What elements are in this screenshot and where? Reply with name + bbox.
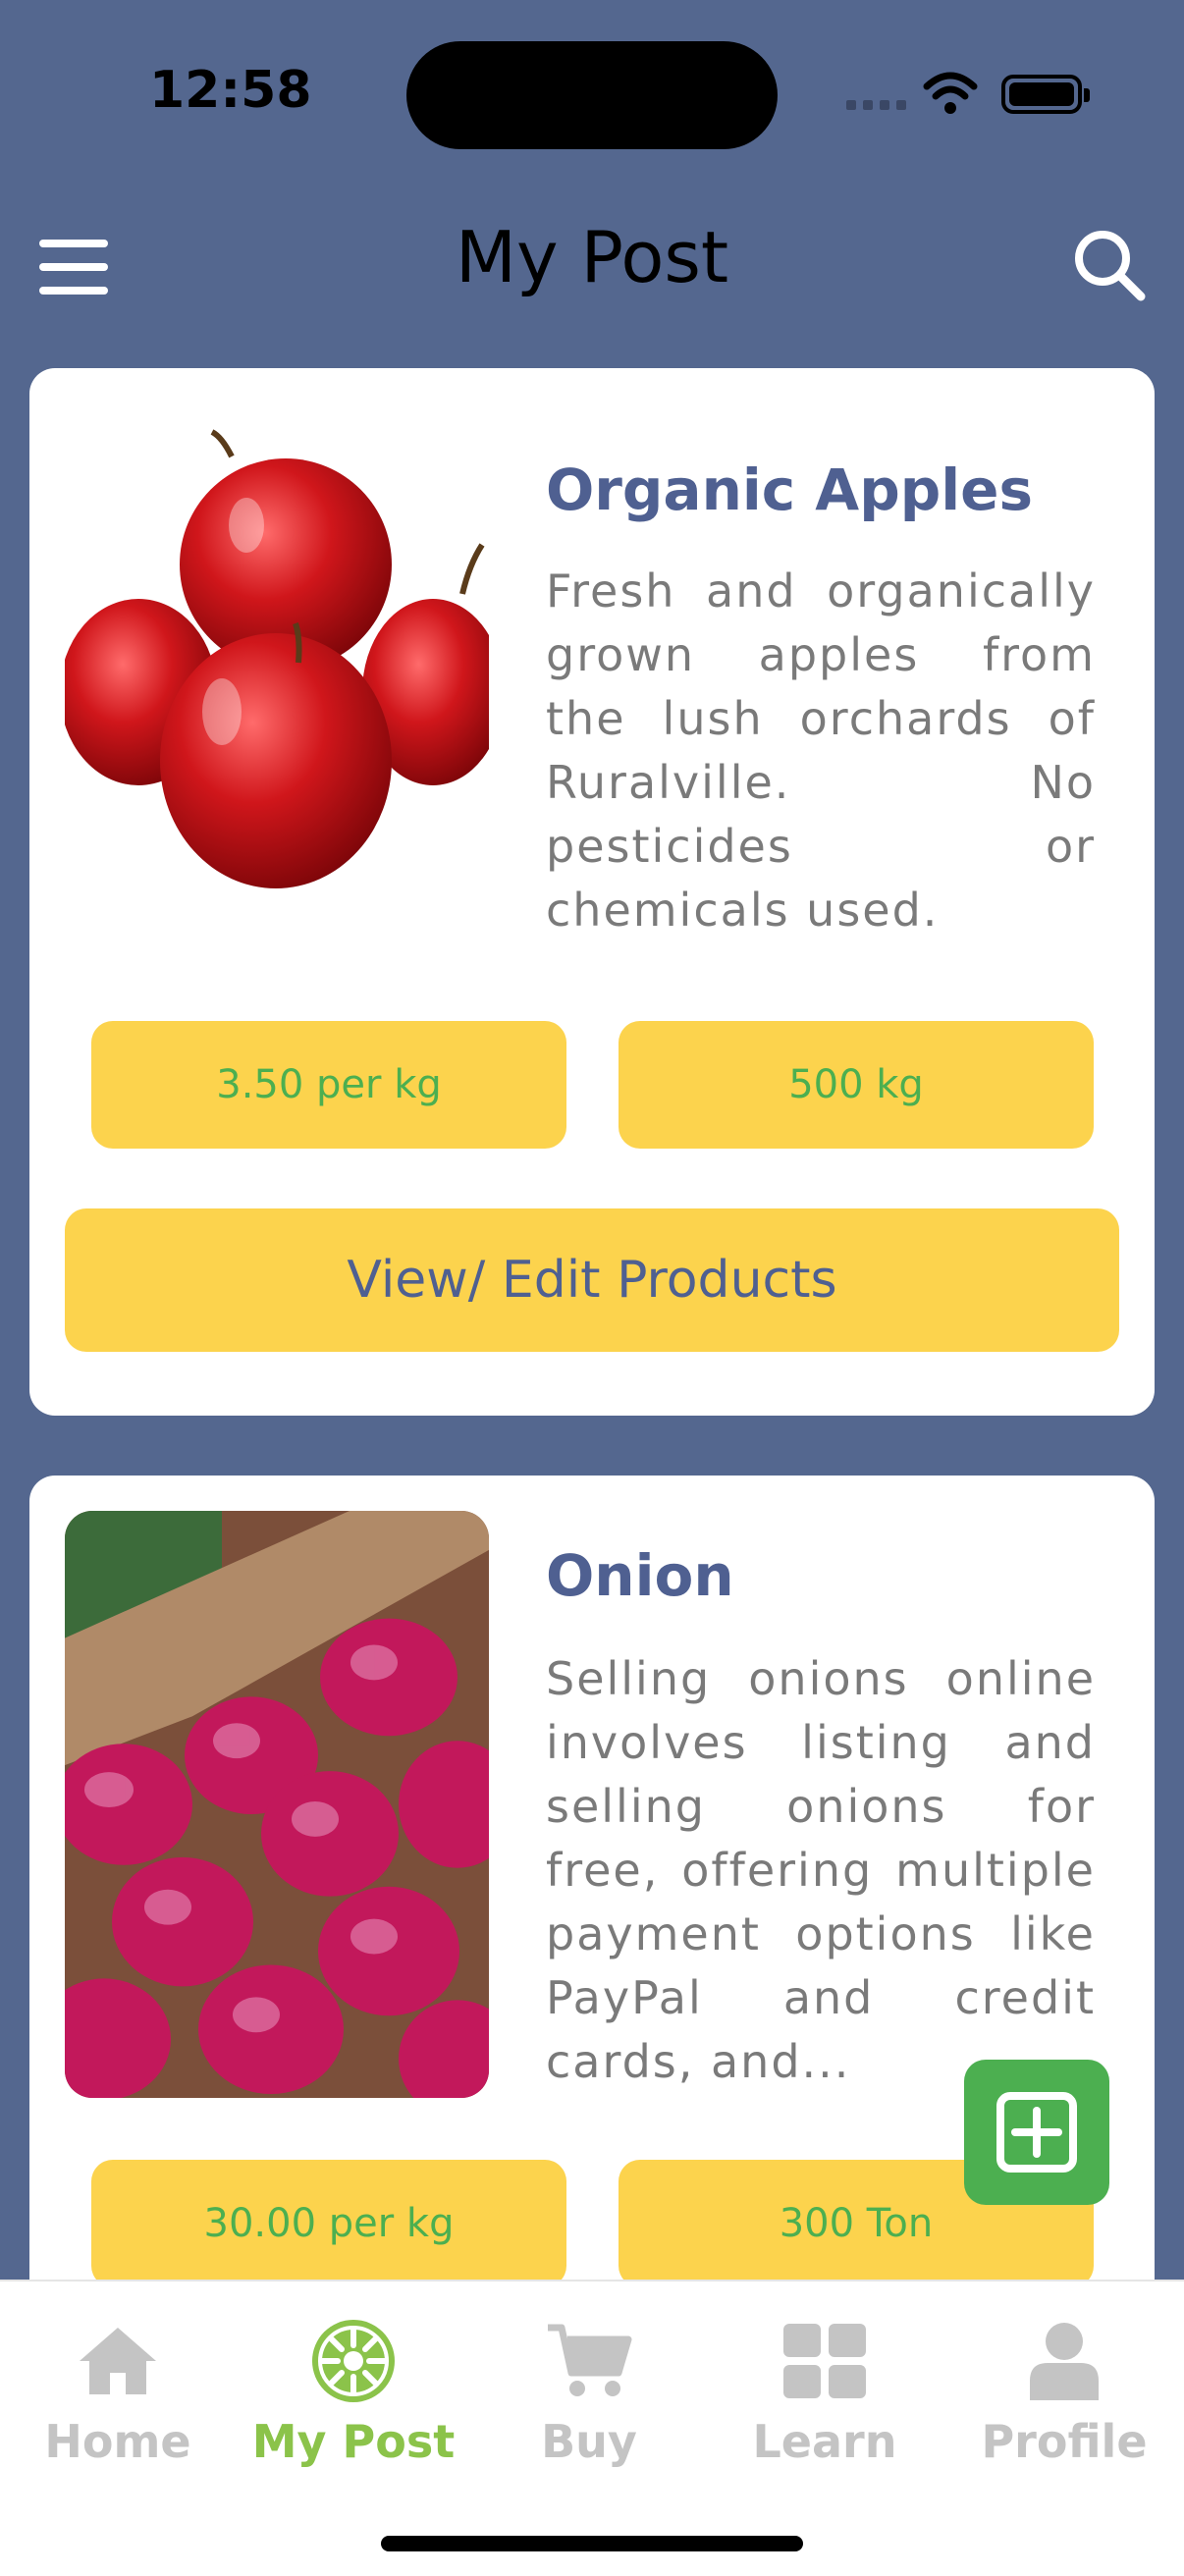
nav-my-post[interactable]: My Post	[236, 2307, 471, 2494]
quantity-badge: 500 kg	[619, 1021, 1094, 1149]
nav-buy[interactable]: Buy	[471, 2307, 707, 2494]
app-header: My Post	[0, 196, 1184, 324]
battery-icon	[1001, 75, 1090, 114]
nav-label: Profile	[981, 2415, 1148, 2468]
nav-label: Buy	[541, 2415, 637, 2468]
add-post-button[interactable]	[964, 2060, 1109, 2205]
status-bar: 12:58	[0, 0, 1184, 187]
price-badge: 30.00 per kg	[91, 2160, 566, 2287]
bottom-navigation: Home My Post Buy Learn Profile	[0, 2280, 1184, 2576]
price-badge: 3.50 per kg	[91, 1021, 566, 1149]
nav-label: Learn	[752, 2415, 897, 2468]
nav-label: My Post	[251, 2415, 456, 2468]
dynamic-island	[406, 41, 778, 149]
nav-learn[interactable]: Learn	[707, 2307, 942, 2494]
search-icon[interactable]	[1070, 226, 1149, 304]
wifi-icon	[923, 72, 978, 114]
profile-icon	[1030, 2323, 1099, 2400]
cart-icon	[548, 2324, 632, 2396]
nav-home[interactable]: Home	[0, 2307, 236, 2494]
onions-product-image	[65, 1511, 489, 2098]
nav-profile[interactable]: Profile	[946, 2307, 1182, 2494]
product-title: Organic Apples	[546, 456, 1033, 523]
home-icon	[80, 2328, 156, 2394]
grid-icon	[783, 2324, 866, 2398]
product-description: Fresh and organically grown apples from …	[546, 564, 1096, 937]
apples-product-image	[65, 427, 489, 908]
product-title: Onion	[546, 1542, 734, 1609]
home-indicator[interactable]	[381, 2536, 803, 2551]
post-card[interactable]: Organic Apples Fresh and organically gro…	[29, 368, 1155, 1416]
plus-square-icon	[996, 2092, 1077, 2173]
cellular-signal-icon	[846, 100, 907, 112]
view-edit-products-button[interactable]: View/ Edit Products	[65, 1208, 1119, 1352]
nav-label: Home	[44, 2415, 191, 2468]
page-title: My Post	[455, 216, 729, 298]
status-time: 12:58	[149, 61, 312, 120]
post-icon	[312, 2320, 395, 2402]
product-description: Selling onions online involves listing a…	[546, 1652, 1096, 2088]
post-card[interactable]: Onion Selling onions online involves lis…	[29, 1476, 1155, 2359]
